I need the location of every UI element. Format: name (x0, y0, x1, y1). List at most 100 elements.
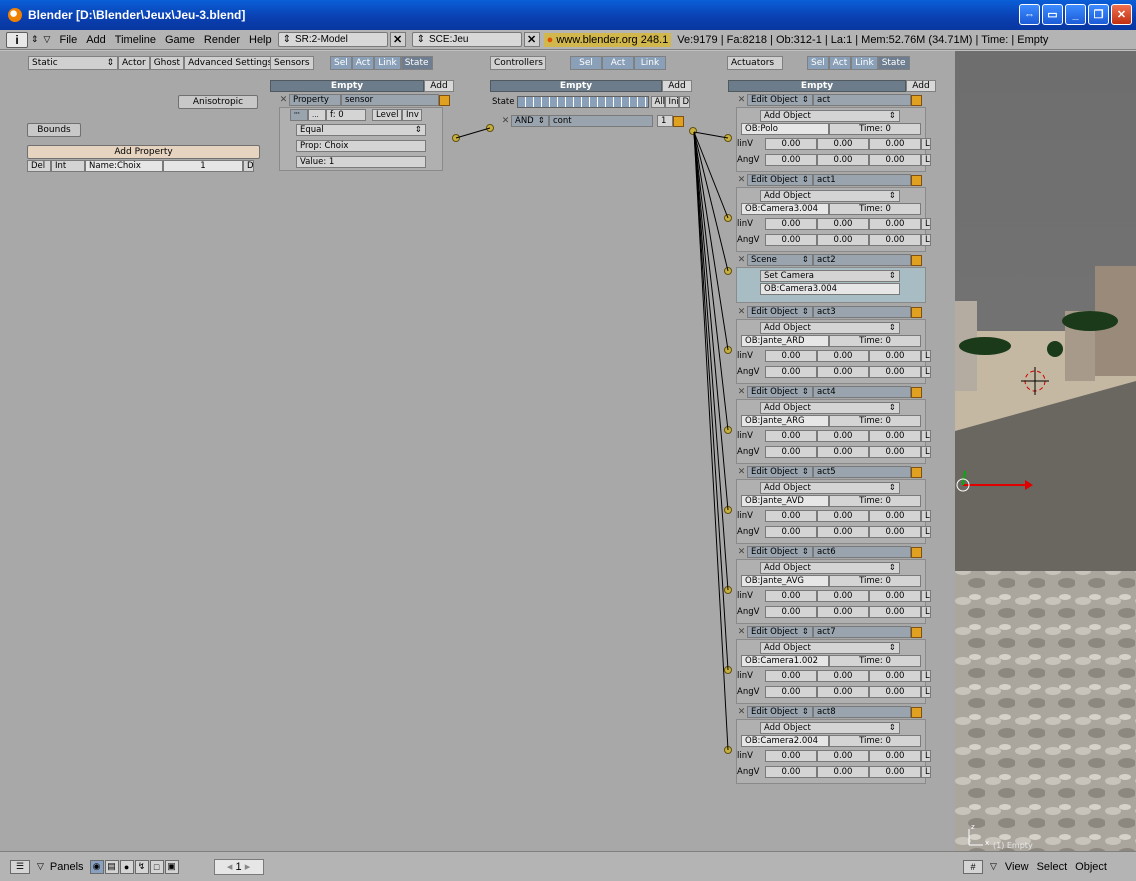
menu-game[interactable]: Game (165, 34, 195, 46)
view-type-grid-icon[interactable]: # (963, 859, 983, 874)
local-toggle[interactable]: L (921, 350, 931, 362)
property-type-selector[interactable]: Int (51, 160, 85, 172)
actuator-mode-selector[interactable]: Add Object ⇕ (760, 722, 900, 734)
angv-value-field[interactable]: 0.00 (817, 606, 869, 618)
screen-selector[interactable]: ⇕ SR:2-Model (277, 32, 388, 47)
add-object-field[interactable]: OB:Jante_AVD (741, 495, 829, 507)
scene-selector[interactable]: ⇕ SCE:Jeu (411, 32, 522, 47)
menu-file[interactable]: File (59, 34, 77, 46)
local-toggle[interactable]: L (921, 154, 931, 166)
linv-value-field[interactable]: 0.00 (765, 218, 817, 230)
ghost-toggle[interactable]: Ghost (149, 56, 185, 70)
collapse-actuator-icon[interactable] (911, 466, 922, 478)
state-ini-button[interactable]: Ini (664, 96, 679, 108)
angv-value-field[interactable]: 0.00 (817, 526, 869, 538)
linv-value-field[interactable]: 0.00 (817, 430, 869, 442)
object-time-field[interactable]: Time: 0 (829, 495, 921, 507)
actuators-sel-toggle[interactable]: Sel (807, 56, 829, 70)
logic-context-icon[interactable]: ◉ (89, 859, 104, 874)
actuator-name-field[interactable]: act7 (813, 626, 911, 638)
bounds-toggle[interactable]: Bounds (27, 123, 81, 137)
minimize-button[interactable]: _ (1065, 4, 1086, 25)
add-object-field[interactable]: OB:Jante_AVG (741, 575, 829, 587)
actuator-input-link-icon[interactable] (724, 506, 732, 514)
menu-select[interactable]: Select (1037, 861, 1068, 873)
delete-actuator-icon[interactable]: ✕ (736, 707, 747, 718)
actuator-type-selector[interactable]: Edit Object ⇕ (747, 94, 813, 106)
collapse-actuator-icon[interactable] (911, 306, 922, 318)
local-toggle[interactable]: L (921, 218, 931, 230)
sensor-type-selector[interactable]: Property (289, 94, 341, 106)
window-type-menu-icon[interactable]: ☰ (10, 859, 30, 874)
add-object-field[interactable]: OB:Jante_ARD (741, 335, 829, 347)
collapse-menu-icon[interactable]: ▽ (990, 861, 997, 872)
linv-value-field[interactable]: 0.00 (817, 138, 869, 150)
linv-value-field[interactable]: 0.00 (765, 590, 817, 602)
delete-actuator-icon[interactable]: ✕ (736, 547, 747, 558)
sensor-name-field[interactable]: sensor (341, 94, 439, 106)
object-time-field[interactable]: Time: 0 (829, 735, 921, 747)
sensor-value-field[interactable]: Value: 1 (296, 156, 426, 168)
menu-add[interactable]: Add (86, 34, 106, 46)
actor-toggle[interactable]: Actor (118, 56, 150, 70)
actuator-input-link-icon[interactable] (724, 134, 732, 142)
linv-value-field[interactable]: 0.00 (869, 138, 921, 150)
local-toggle[interactable]: L (921, 606, 931, 618)
object-time-field[interactable]: Time: 0 (829, 335, 921, 347)
controllers-object-name[interactable]: Empty (490, 80, 662, 92)
actuator-name-field[interactable]: act6 (813, 546, 911, 558)
local-toggle[interactable]: L (921, 446, 931, 458)
add-object-field[interactable]: OB:Camera3.004 (741, 203, 829, 215)
sensors-state-toggle[interactable]: State (400, 56, 433, 70)
actuator-input-link-icon[interactable] (724, 666, 732, 674)
window-type-arrows-icon[interactable]: ⇕ (31, 34, 39, 45)
actuator-mode-selector[interactable]: Add Object ⇕ (760, 190, 900, 202)
actuator-mode-selector[interactable]: Add Object ⇕ (760, 642, 900, 654)
sensors-act-toggle[interactable]: Act (351, 56, 375, 70)
menu-help[interactable]: Help (249, 34, 272, 46)
angv-value-field[interactable]: 0.00 (869, 606, 921, 618)
actuator-mode-selector[interactable]: Set Camera ⇕ (760, 270, 900, 282)
angv-value-field[interactable]: 0.00 (765, 526, 817, 538)
collapse-sensor-icon[interactable] (439, 94, 450, 106)
object-context-icon[interactable]: ↯ (134, 859, 149, 874)
actuator-name-field[interactable]: act8 (813, 706, 911, 718)
angv-value-field[interactable]: 0.00 (869, 686, 921, 698)
angv-value-field[interactable]: 0.00 (869, 366, 921, 378)
actuator-type-selector[interactable]: Edit Object ⇕ (747, 386, 813, 398)
local-toggle[interactable]: L (921, 590, 931, 602)
actuator-input-link-icon[interactable] (724, 746, 732, 754)
linv-value-field[interactable]: 0.00 (869, 218, 921, 230)
add-controller-button[interactable]: Add (662, 80, 692, 92)
linv-value-field[interactable]: 0.00 (869, 430, 921, 442)
state-debug-toggle[interactable]: D (678, 96, 690, 108)
linv-value-field[interactable]: 0.00 (869, 350, 921, 362)
scene-context-icon[interactable]: ▣ (164, 859, 179, 874)
controller-input-link-icon[interactable] (486, 124, 494, 132)
object-time-field[interactable]: Time: 0 (829, 575, 921, 587)
linv-value-field[interactable]: 0.00 (765, 138, 817, 150)
page-number-field[interactable]: ◂ 1 ▸ (213, 858, 264, 875)
angv-value-field[interactable]: 0.00 (817, 154, 869, 166)
actuator-input-link-icon[interactable] (724, 426, 732, 434)
angv-value-field[interactable]: 0.00 (869, 766, 921, 778)
linv-value-field[interactable]: 0.00 (869, 590, 921, 602)
local-toggle[interactable]: L (921, 526, 931, 538)
local-toggle[interactable]: L (921, 430, 931, 442)
actuators-link-toggle[interactable]: Link (851, 56, 878, 70)
angv-value-field[interactable]: 0.00 (817, 446, 869, 458)
version-url[interactable]: ● www.blender.org 248.1 (543, 32, 672, 47)
angv-value-field[interactable]: 0.00 (817, 686, 869, 698)
actuator-mode-selector[interactable]: Add Object ⇕ (760, 402, 900, 414)
sensor-output-link-icon[interactable] (452, 134, 460, 142)
controllers-sel-toggle[interactable]: Sel (570, 56, 602, 70)
angv-value-field[interactable]: 0.00 (765, 766, 817, 778)
actuator-input-link-icon[interactable] (724, 346, 732, 354)
panels-menu[interactable]: Panels (50, 861, 84, 873)
controller-name-field[interactable]: cont (549, 115, 653, 127)
menu-render[interactable]: Render (204, 34, 240, 46)
object-time-field[interactable]: Time: 0 (829, 203, 921, 215)
physics-type-selector[interactable]: Static ⇕ (28, 56, 118, 70)
angv-value-field[interactable]: 0.00 (817, 234, 869, 246)
delete-screen-button[interactable]: ✕ (389, 32, 406, 47)
